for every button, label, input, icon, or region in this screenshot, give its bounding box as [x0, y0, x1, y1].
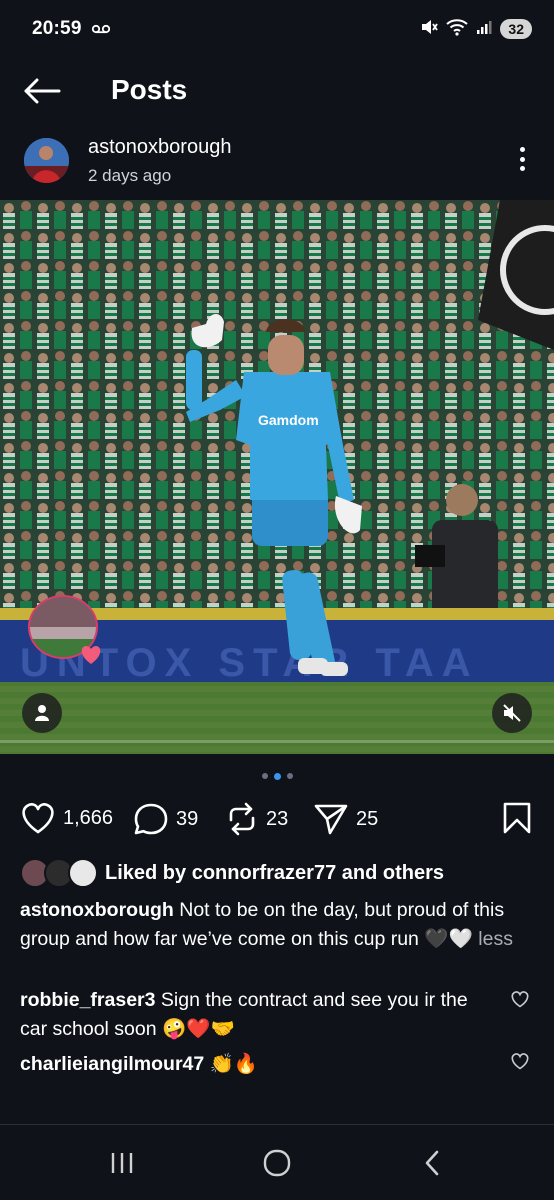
carousel-indicator	[0, 772, 554, 780]
post-photo[interactable]: UNTOX STAR TAA Gamdom	[0, 200, 554, 754]
comment-text: 👏🔥	[204, 1053, 259, 1075]
like-count: 1,666	[63, 806, 114, 829]
share-button[interactable]: 25	[313, 802, 378, 836]
liked-by-prefix: Liked by	[105, 861, 192, 884]
home-icon	[263, 1149, 291, 1177]
like-button[interactable]: 1,666	[20, 802, 113, 834]
comment-item: robbie_fraser3 Sign the contract and see…	[20, 986, 500, 1044]
post-username[interactable]: astonoxborough	[88, 136, 231, 159]
app-header: Posts	[0, 58, 554, 122]
comment-username[interactable]: charlieiangilmour47	[20, 1053, 204, 1075]
comment-like-button[interactable]	[510, 990, 530, 1008]
post-header: astonoxborough 2 days ago	[0, 128, 554, 198]
avatar[interactable]	[24, 138, 69, 183]
carousel-dot	[261, 773, 268, 779]
recent-apps-button[interactable]	[102, 1147, 142, 1179]
comment-count: 39	[176, 807, 199, 830]
back-button[interactable]	[22, 74, 62, 108]
chevron-left-icon	[425, 1150, 439, 1176]
comment-button[interactable]: 39	[133, 802, 198, 836]
comment-item: charlieiangilmour47 👏🔥	[20, 1050, 500, 1079]
repost-button[interactable]: 23	[225, 802, 288, 836]
repost-count: 23	[266, 807, 289, 830]
liked-by-text: Liked by connorfrazer77 and others	[105, 862, 444, 885]
user-icon	[35, 705, 49, 721]
recent-apps-icon	[111, 1153, 133, 1173]
battery-badge: 32	[500, 19, 532, 39]
system-back-button[interactable]	[412, 1147, 452, 1179]
liker-avatars	[20, 858, 98, 888]
heart-icon	[511, 1053, 529, 1070]
save-button[interactable]	[502, 802, 532, 839]
status-time: 20:59	[32, 18, 82, 39]
caption-less-toggle[interactable]: less	[473, 928, 513, 950]
comment-username[interactable]: robbie_fraser3	[20, 989, 155, 1011]
heart-icon	[22, 803, 54, 834]
mute-status-icon	[420, 18, 439, 41]
heart-icon	[511, 991, 529, 1008]
avatar	[68, 858, 98, 888]
heart-reaction-icon	[80, 645, 102, 665]
liked-by-suffix: and others	[336, 861, 444, 884]
carousel-dot	[286, 773, 293, 779]
mute-audio-button[interactable]	[492, 693, 532, 733]
bookmark-icon	[503, 802, 531, 834]
home-button[interactable]	[257, 1147, 297, 1179]
svg-text:Gamdom: Gamdom	[258, 412, 319, 428]
arrow-left-icon	[24, 78, 61, 104]
carousel-dot-active	[273, 772, 281, 780]
post-actions: 1,666 39 23 25	[0, 800, 554, 840]
liked-by-user[interactable]: connorfrazer77	[192, 862, 337, 884]
page-title: Posts	[111, 74, 188, 105]
repost-icon	[229, 802, 255, 836]
wifi-icon	[446, 18, 469, 41]
signal-icon	[476, 19, 492, 40]
volume-off-icon	[503, 704, 521, 722]
send-icon	[314, 804, 348, 835]
system-nav-bar	[0, 1125, 554, 1200]
more-options-button[interactable]	[514, 144, 530, 174]
share-count: 25	[356, 807, 379, 830]
comment-icon	[134, 803, 168, 835]
comment-like-button[interactable]	[510, 1052, 530, 1070]
post-caption: astonoxborough Not to be on the day, but…	[20, 896, 540, 954]
caption-username[interactable]: astonoxborough	[20, 899, 174, 921]
liked-by-row[interactable]: Liked by connorfrazer77 and others	[20, 856, 540, 890]
voicemail-icon	[91, 24, 112, 34]
status-bar: 20:59 32	[0, 0, 554, 58]
tagged-users-button[interactable]	[22, 693, 62, 733]
post-timestamp: 2 days ago	[88, 166, 172, 185]
